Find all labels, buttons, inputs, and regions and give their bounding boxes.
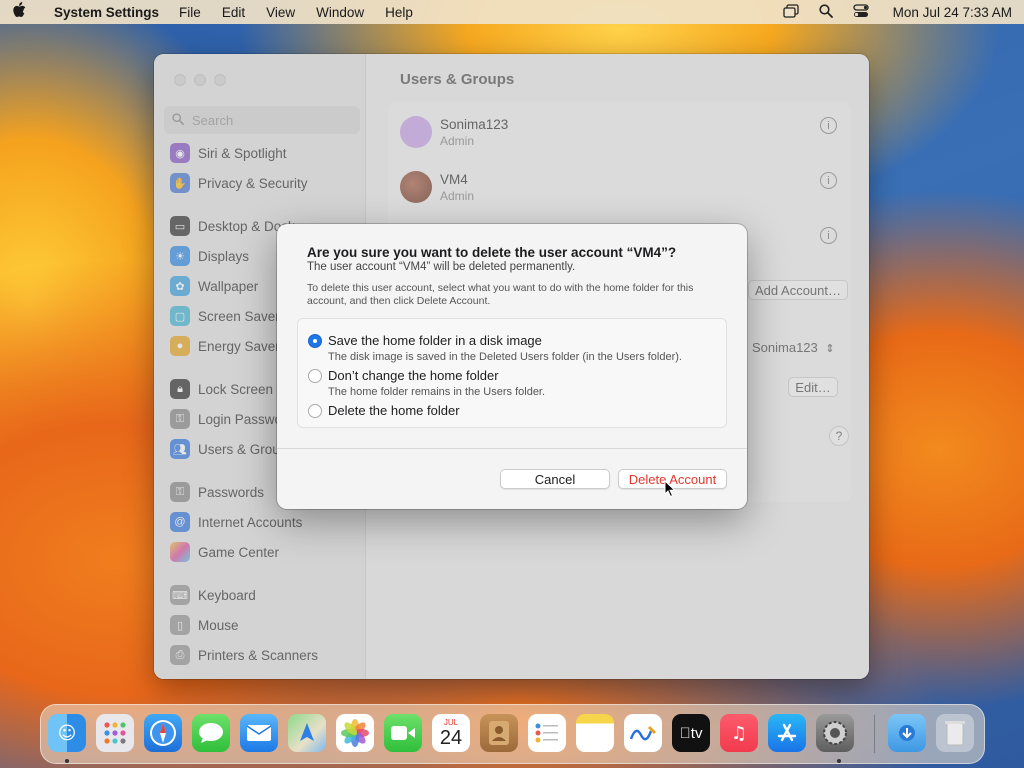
radio-button[interactable]: [308, 368, 322, 383]
option-save-disk-image[interactable]: Save the home folder in a disk image: [308, 333, 542, 348]
menu-help[interactable]: Help: [385, 5, 413, 20]
delete-account-dialog: Are you sure you want to delete the user…: [277, 224, 747, 509]
maps-icon[interactable]: [288, 714, 326, 752]
menu-view[interactable]: View: [266, 5, 295, 20]
radio-button-selected[interactable]: [308, 333, 322, 348]
finder-icon[interactable]: ☺: [48, 714, 86, 752]
dock-separator: [874, 715, 875, 753]
dialog-title: Are you sure you want to delete the user…: [307, 245, 677, 260]
messages-icon[interactable]: [192, 714, 230, 752]
cancel-button[interactable]: Cancel: [500, 469, 610, 489]
spotlight-search-icon[interactable]: [819, 3, 833, 21]
trash-icon[interactable]: [936, 714, 974, 752]
dialog-subtitle: The user account “VM4” will be deleted p…: [307, 261, 576, 273]
option-label: Delete the home folder: [328, 403, 460, 418]
screen-mirroring-icon[interactable]: [783, 3, 799, 21]
option-dont-change-folder[interactable]: Don’t change the home folder: [308, 368, 499, 383]
menu-window[interactable]: Window: [316, 5, 364, 20]
menu-edit[interactable]: Edit: [222, 5, 245, 20]
home-folder-options: Save the home folder in a disk image The…: [297, 318, 727, 428]
freeform-icon[interactable]: [624, 714, 662, 752]
contacts-icon[interactable]: [480, 714, 518, 752]
menu-file[interactable]: File: [179, 5, 201, 20]
radio-button[interactable]: [308, 403, 322, 418]
downloads-folder-icon[interactable]: [888, 714, 926, 752]
launchpad-icon[interactable]: [96, 714, 134, 752]
facetime-icon[interactable]: [384, 714, 422, 752]
mouse-pointer-icon: [664, 479, 676, 501]
dialog-divider: [277, 448, 747, 449]
apple-menu-icon[interactable]: [12, 2, 40, 22]
apple-tv-icon[interactable]: tv: [672, 714, 710, 752]
running-indicator: [837, 759, 841, 763]
dock: ☺ JUL 24 tv ♫: [40, 704, 985, 764]
photos-icon[interactable]: [336, 714, 374, 752]
calendar-month: JUL: [443, 717, 459, 727]
reminders-icon[interactable]: [528, 714, 566, 752]
option-detail: The disk image is saved in the Deleted U…: [328, 351, 682, 363]
calendar-icon[interactable]: JUL 24: [432, 714, 470, 752]
mail-icon[interactable]: [240, 714, 278, 752]
menubar-clock[interactable]: Mon Jul 24 7:33 AM: [893, 5, 1012, 20]
option-delete-home-folder[interactable]: Delete the home folder: [308, 403, 460, 418]
option-label: Don’t change the home folder: [328, 368, 499, 383]
apple-tv-label: tv: [685, 724, 703, 742]
running-indicator: [65, 759, 69, 763]
notes-icon[interactable]: [576, 714, 614, 752]
safari-icon[interactable]: [144, 714, 182, 752]
control-center-icon[interactable]: [853, 3, 869, 21]
music-icon[interactable]: ♫: [720, 714, 758, 752]
tv-label: : [680, 725, 691, 742]
option-detail: The home folder remains in the Users fol…: [328, 386, 546, 398]
system-settings-icon[interactable]: [816, 714, 854, 752]
calendar-day: 24: [439, 726, 463, 749]
menu-bar: System Settings File Edit View Window He…: [0, 0, 1024, 24]
app-store-icon[interactable]: [768, 714, 806, 752]
option-label: Save the home folder in a disk image: [328, 333, 542, 348]
app-name-menu[interactable]: System Settings: [54, 5, 159, 20]
dialog-description: To delete this user account, select what…: [307, 282, 694, 307]
